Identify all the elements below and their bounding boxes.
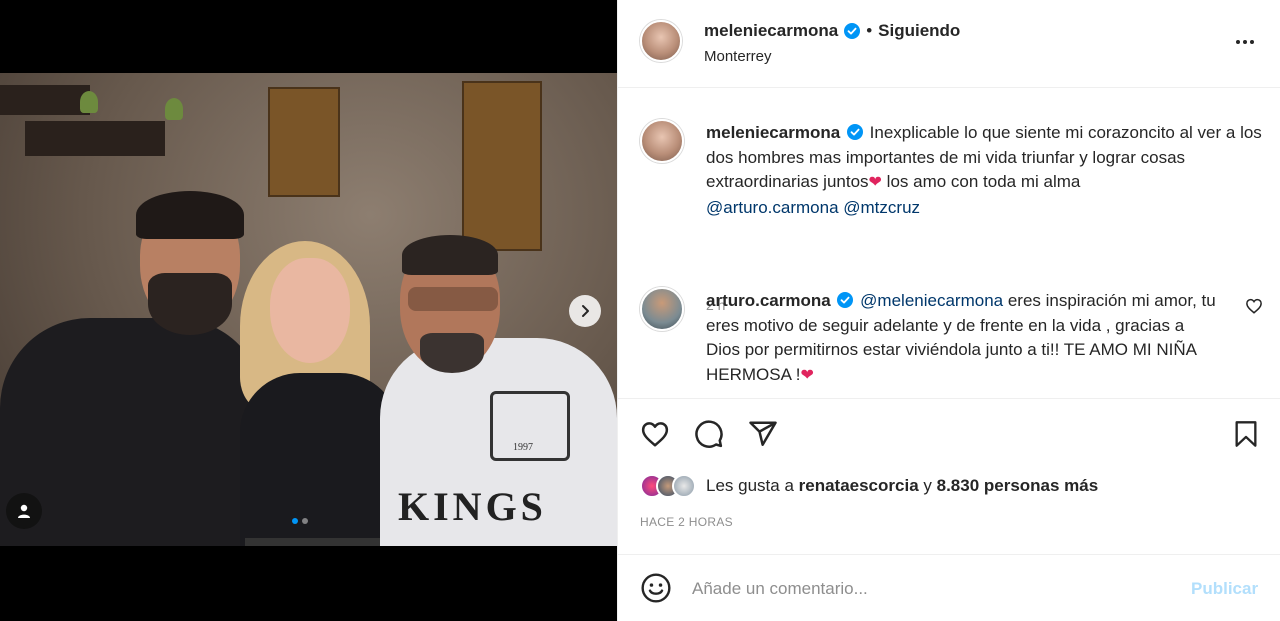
liker-username[interactable]: renataescorcia — [799, 476, 919, 495]
post-photo[interactable]: 1997 KINGS — [0, 73, 617, 546]
like-button[interactable] — [638, 417, 672, 451]
photo-plant — [80, 91, 98, 113]
following-button[interactable]: Siguiendo — [878, 21, 960, 41]
header-separator: • — [866, 21, 873, 40]
photo-person-right-beard — [420, 333, 484, 373]
paper-plane-icon — [749, 421, 777, 446]
verified-badge-icon — [837, 292, 854, 308]
photo-person-right-glasses — [408, 287, 498, 311]
like-comment-icon[interactable] — [1245, 297, 1263, 315]
photo-person-center-body — [240, 373, 400, 546]
carousel-next-button[interactable] — [569, 295, 601, 327]
photo-shirt-print: KINGS — [398, 484, 547, 529]
more-options-button[interactable] — [1230, 30, 1260, 54]
heart-emoji-icon: ❤ — [868, 174, 882, 191]
bookmark-icon — [1235, 421, 1257, 447]
carousel-dot — [302, 518, 308, 524]
commenter-avatar[interactable] — [640, 287, 684, 331]
caption-author-avatar[interactable] — [640, 119, 684, 163]
share-button[interactable] — [746, 417, 780, 451]
comment-bubble-icon — [695, 420, 723, 448]
publish-button[interactable]: Publicar — [1191, 579, 1258, 599]
comment-input[interactable] — [692, 573, 1172, 605]
caption-body-end: los amo con toda mi alma — [881, 172, 1081, 191]
likes-text: Les gusta a renataescorcia y 8.830 perso… — [706, 476, 1098, 496]
photo-person-left-beard — [148, 273, 232, 335]
tagged-users-button[interactable] — [6, 493, 42, 529]
photo-shelf — [0, 85, 90, 115]
verified-badge-icon — [846, 124, 863, 140]
photo-plant — [165, 98, 183, 120]
likes-count[interactable]: 8.830 personas más — [937, 476, 1099, 495]
commenter-username[interactable]: arturo.carmona — [706, 291, 831, 310]
photo-person-center-skirt — [245, 538, 395, 546]
post-actions-bar — [618, 398, 1280, 468]
more-options-icon — [1236, 40, 1240, 44]
photo-shelf — [25, 121, 165, 156]
liker-avatar[interactable] — [672, 474, 696, 498]
post-details-panel: meleniecarmona • Siguiendo Monterrey mel… — [617, 0, 1280, 621]
mention-link[interactable]: @mtzcruz — [843, 198, 920, 217]
carousel-dot-active — [292, 518, 298, 524]
verified-badge-icon — [844, 23, 861, 39]
author-avatar[interactable] — [640, 20, 682, 62]
post-timestamp[interactable]: HACE 2 HORAS — [640, 515, 733, 529]
comments-section: meleniecarmona Inexplicable lo que sient… — [618, 89, 1280, 397]
photo-shirt-crest-text: 1997 — [513, 442, 533, 453]
save-button[interactable] — [1229, 417, 1263, 451]
photo-shirt-crest: 1997 — [490, 391, 570, 461]
user-tag-icon — [18, 504, 30, 518]
carousel-indicator — [292, 518, 308, 524]
chevron-right-icon — [582, 305, 589, 317]
heart-emoji-icon: ❤ — [800, 366, 814, 384]
mention-link[interactable]: @arturo.carmona — [706, 198, 839, 217]
photo-painting — [268, 87, 340, 197]
photo-person-center-head — [270, 258, 350, 363]
likes-summary: Les gusta a renataescorcia y 8.830 perso… — [640, 474, 1098, 498]
emoji-smiley-icon[interactable] — [640, 572, 672, 604]
heart-icon — [641, 422, 669, 447]
add-comment-bar: Publicar — [618, 554, 1280, 621]
author-username[interactable]: meleniecarmona — [704, 21, 838, 41]
photo-painting — [462, 81, 542, 251]
mention-link[interactable]: @meleniecarmona — [860, 291, 1003, 310]
comment-button[interactable] — [692, 417, 726, 451]
likes-middle: y — [918, 476, 937, 495]
photo-person-left-hair — [136, 191, 244, 239]
post-location[interactable]: Monterrey — [704, 48, 772, 65]
likes-prefix: Les gusta a — [706, 476, 799, 495]
header-user-row: meleniecarmona • Siguiendo — [704, 21, 960, 41]
caption-text: meleniecarmona Inexplicable lo que sient… — [706, 121, 1266, 220]
post-header: meleniecarmona • Siguiendo Monterrey — [618, 0, 1280, 88]
comment-text: arturo.carmona @meleniecarmona eres insp… — [706, 289, 1216, 388]
caption-username[interactable]: meleniecarmona — [706, 123, 840, 142]
media-panel: 1997 KINGS — [0, 0, 617, 621]
photo-person-right-hair — [402, 235, 498, 275]
